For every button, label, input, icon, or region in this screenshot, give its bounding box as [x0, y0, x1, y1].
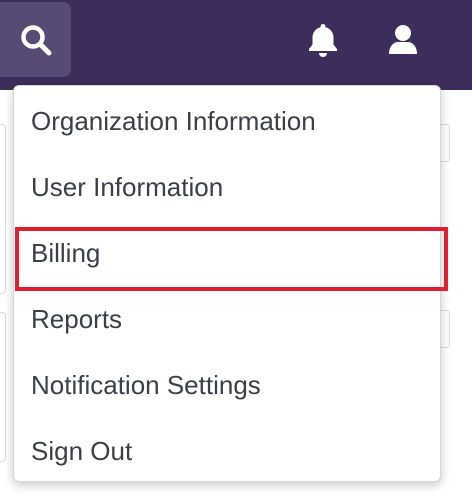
user-icon	[389, 25, 417, 54]
search-button[interactable]	[0, 2, 71, 77]
account-dropdown-menu: Organization Information User Informatio…	[13, 85, 448, 484]
background-card	[0, 124, 6, 294]
search-icon	[20, 24, 51, 55]
user-account-button[interactable]	[384, 20, 422, 60]
bell-icon	[309, 24, 337, 57]
menu-item-organization-information[interactable]: Organization Information	[14, 88, 440, 154]
menu-item-billing[interactable]: Billing	[14, 220, 448, 291]
menu-item-user-information[interactable]: User Information	[14, 154, 440, 220]
menu-item-sign-out[interactable]: Sign Out	[14, 418, 440, 484]
top-bar	[0, 0, 472, 90]
background-card	[0, 312, 6, 462]
menu-item-notification-settings[interactable]: Notification Settings	[14, 352, 440, 418]
menu-item-reports[interactable]: Reports	[14, 286, 440, 352]
notifications-button[interactable]	[304, 20, 342, 60]
